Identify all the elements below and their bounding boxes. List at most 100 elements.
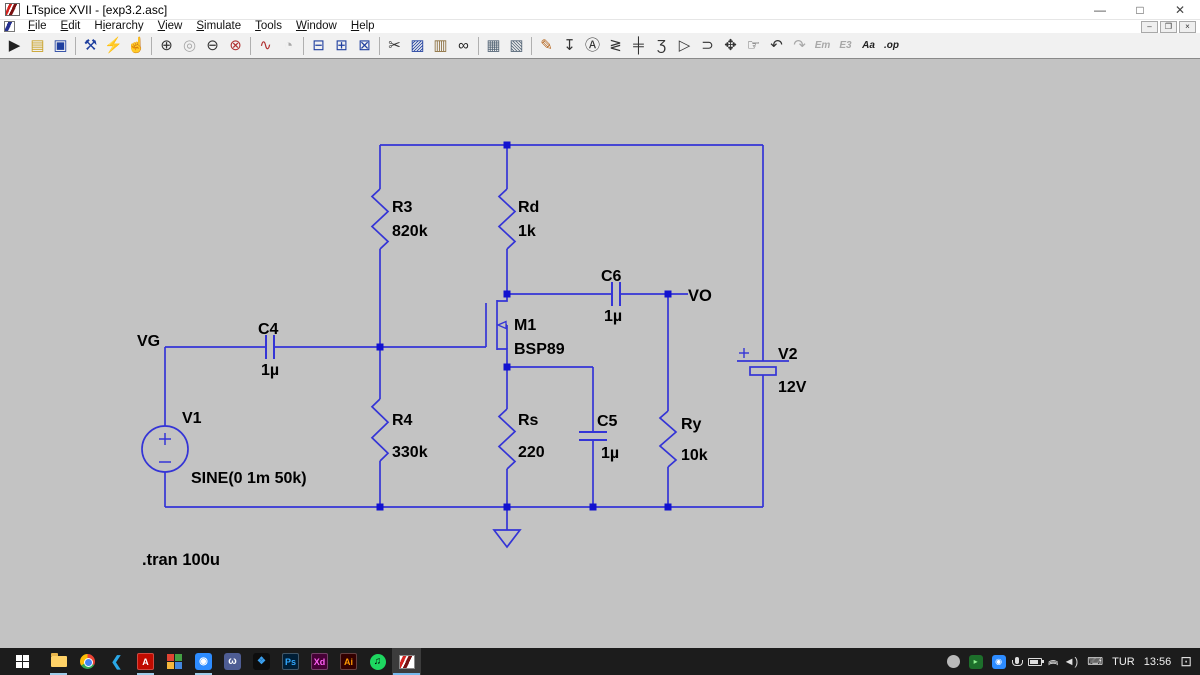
place-capacitor-icon[interactable]: ╪: [627, 35, 650, 57]
vscode[interactable]: ❮: [102, 648, 131, 675]
tile-windows-icon[interactable]: ⊟: [307, 35, 330, 57]
value-label-V1[interactable]: SINE(0 1m 50k): [191, 470, 307, 487]
arrange-windows-icon[interactable]: ⊠: [353, 35, 376, 57]
value-label-Rs[interactable]: 220: [518, 444, 545, 461]
close-button[interactable]: ✕: [1160, 0, 1200, 19]
cascade-windows-icon[interactable]: ⊞: [330, 35, 353, 57]
place-label-icon[interactable]: Ⓐ: [581, 35, 604, 57]
battery-icon[interactable]: [1028, 658, 1042, 666]
menu-item-help[interactable]: Help: [344, 20, 382, 33]
notification-center-icon[interactable]: ⊡: [1180, 653, 1192, 670]
find-icon[interactable]: ∞: [452, 35, 475, 57]
component-Ry[interactable]: [660, 411, 676, 467]
draw-wire-icon[interactable]: ✎: [535, 35, 558, 57]
mdi-close-button[interactable]: ×: [1179, 21, 1196, 33]
component-C5[interactable]: [579, 432, 607, 440]
maximize-button[interactable]: □: [1120, 0, 1160, 19]
volume-icon[interactable]: ◄): [1064, 656, 1079, 668]
mdi-minimize-button[interactable]: –: [1141, 21, 1158, 33]
component-R3[interactable]: [372, 189, 388, 249]
component-Rs[interactable]: [499, 409, 515, 469]
wifi-icon[interactable]: (((: [1047, 660, 1058, 664]
component-Rd[interactable]: [499, 189, 515, 249]
ref-label-Ry[interactable]: Ry: [681, 416, 702, 433]
microphone-icon[interactable]: [1015, 657, 1019, 664]
menu-item-window[interactable]: Window: [289, 20, 344, 33]
zoom[interactable]: ◉: [189, 648, 218, 675]
menu-item-hierarchy[interactable]: Hierarchy: [87, 20, 150, 33]
clock[interactable]: 13:56: [1144, 656, 1172, 668]
component-M1[interactable]: [486, 294, 507, 367]
menu-item-tools[interactable]: Tools: [248, 20, 289, 33]
illustrator[interactable]: Ai: [334, 648, 363, 675]
acrobat[interactable]: A: [131, 648, 160, 675]
paste-icon[interactable]: ▥: [429, 35, 452, 57]
file-explorer[interactable]: [44, 648, 73, 675]
ground-symbol[interactable]: [494, 507, 520, 547]
copy-icon[interactable]: ▨: [406, 35, 429, 57]
value-label-M1[interactable]: BSP89: [514, 341, 565, 358]
tray-green-app[interactable]: ▸: [969, 655, 983, 669]
spice-directive[interactable]: .tran 100u: [142, 551, 220, 569]
mdi-restore-button[interactable]: ❐: [1160, 21, 1177, 33]
keyboard-icon[interactable]: ⌨: [1087, 655, 1103, 668]
value-label-V2[interactable]: 12V: [778, 379, 807, 396]
ref-label-C4[interactable]: C4: [258, 321, 279, 338]
print-preview-icon[interactable]: ▧: [505, 35, 528, 57]
start-button[interactable]: [0, 648, 44, 675]
value-label-R4[interactable]: 330k: [392, 444, 428, 461]
chrome[interactable]: [73, 648, 102, 675]
value-label-C4[interactable]: 1µ: [261, 362, 279, 379]
control-panel-icon[interactable]: ⚒: [79, 35, 102, 57]
ref-label-Rd[interactable]: Rd: [518, 199, 539, 216]
ref-label-V1[interactable]: V1: [182, 410, 202, 427]
creative-cloud[interactable]: ❖: [247, 648, 276, 675]
tray-zoom[interactable]: ◉: [992, 655, 1006, 669]
photoshop[interactable]: Ps: [276, 648, 305, 675]
ref-label-Rs[interactable]: Rs: [518, 412, 539, 429]
ref-label-R4[interactable]: R4: [392, 412, 413, 429]
drag-icon[interactable]: ☞: [742, 35, 765, 57]
ref-label-V2[interactable]: V2: [778, 346, 798, 363]
pan-icon[interactable]: ◔: [277, 35, 300, 57]
value-label-Ry[interactable]: 10k: [681, 447, 708, 464]
minimize-button[interactable]: —: [1080, 0, 1120, 19]
place-diode-icon[interactable]: ▷: [673, 35, 696, 57]
zoom-back-icon[interactable]: ◎: [178, 35, 201, 57]
component-V1[interactable]: [142, 426, 188, 472]
stk-app[interactable]: [160, 648, 189, 675]
component-C4[interactable]: [266, 335, 274, 359]
schematic-canvas[interactable]: VGC41µV1SINE(0 1m 50k)R3820kRd1kC61µVOM1…: [0, 59, 1200, 648]
autorange-y-icon[interactable]: ∿: [254, 35, 277, 57]
zoom-out-icon[interactable]: ⊖: [201, 35, 224, 57]
zoom-full-extents-icon[interactable]: ⊗: [224, 35, 247, 57]
save-icon[interactable]: ▣: [49, 35, 72, 57]
place-ground-icon[interactable]: ↧: [558, 35, 581, 57]
rotate-icon[interactable]: E3: [834, 35, 857, 57]
cut-icon[interactable]: ✂: [383, 35, 406, 57]
ref-label-C5[interactable]: C5: [597, 413, 618, 430]
undo-icon[interactable]: ↶: [765, 35, 788, 57]
menu-item-edit[interactable]: Edit: [54, 20, 88, 33]
node-label-VG[interactable]: VG: [137, 333, 160, 350]
ref-label-C6[interactable]: C6: [601, 268, 622, 285]
move-icon[interactable]: ✥: [719, 35, 742, 57]
place-inductor-icon[interactable]: Ʒ: [650, 35, 673, 57]
menu-item-file[interactable]: File: [21, 20, 54, 33]
ref-label-M1[interactable]: M1: [514, 317, 536, 334]
run-simulation-icon[interactable]: ⚡: [102, 35, 125, 57]
spotify[interactable]: ♫: [363, 648, 392, 675]
adobe-xd[interactable]: Xd: [305, 648, 334, 675]
halt-icon[interactable]: ☝: [125, 35, 148, 57]
menu-item-view[interactable]: View: [151, 20, 190, 33]
text-icon[interactable]: Aa: [857, 35, 880, 57]
spice-directive-icon[interactable]: .op: [880, 35, 903, 57]
redo-icon[interactable]: ↷: [788, 35, 811, 57]
value-label-C6[interactable]: 1µ: [604, 308, 622, 325]
zoom-in-icon[interactable]: ⊕: [155, 35, 178, 57]
new-schematic-icon[interactable]: ▶: [3, 35, 26, 57]
hidden-icons[interactable]: [947, 655, 960, 668]
language-indicator[interactable]: TUR: [1112, 656, 1135, 668]
ltspice[interactable]: [392, 648, 421, 675]
component-C6[interactable]: [612, 282, 620, 306]
